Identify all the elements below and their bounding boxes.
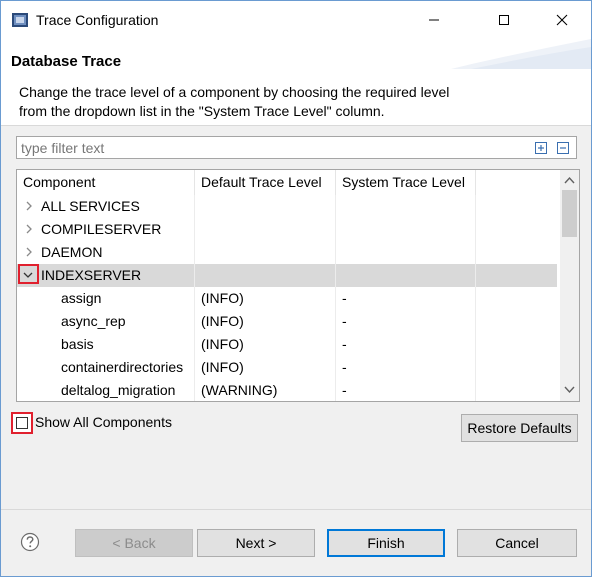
component-cell[interactable]: basis — [17, 333, 195, 356]
component-cell[interactable]: INDEXSERVER — [17, 264, 195, 287]
table-row[interactable]: COMPILESERVER — [17, 218, 557, 241]
filter-field[interactable] — [16, 136, 577, 159]
system-trace-level-cell[interactable] — [336, 195, 476, 218]
banner-decoration — [451, 39, 591, 69]
table-row[interactable]: ALL SERVICES — [17, 195, 557, 218]
table-row[interactable]: basis (INFO) - — [17, 333, 557, 356]
scrollbar-thumb[interactable] — [562, 190, 577, 237]
table-row[interactable]: async_rep (INFO) - — [17, 310, 557, 333]
collapse-all-icon[interactable] — [557, 142, 569, 154]
wizard-banner: Database Trace Change the trace level of… — [1, 39, 591, 126]
table-header: Component Default Trace Level System Tra… — [17, 170, 557, 195]
chevron-down-icon[interactable] — [23, 270, 33, 280]
system-trace-level-cell[interactable] — [336, 218, 476, 241]
chevron-right-icon[interactable] — [24, 201, 34, 211]
expander-highlight[interactable] — [18, 264, 39, 284]
scroll-down-icon[interactable] — [564, 386, 575, 394]
checkbox-box — [16, 417, 28, 429]
vertical-scrollbar[interactable] — [560, 170, 579, 401]
title-bar[interactable]: Trace Configuration — [1, 1, 591, 39]
help-icon[interactable] — [20, 532, 40, 552]
system-trace-level-cell[interactable]: - — [336, 379, 476, 401]
table-row[interactable]: DAEMON — [17, 241, 557, 264]
default-trace-level-cell — [195, 195, 336, 218]
page-title: Database Trace — [11, 53, 122, 70]
table-row[interactable]: containerdirectories (INFO) - — [17, 356, 557, 379]
scroll-up-icon[interactable] — [564, 176, 575, 184]
component-name: basis — [61, 336, 94, 352]
finish-button[interactable]: Finish — [327, 529, 445, 557]
back-button[interactable]: < Back — [75, 529, 193, 557]
column-header-default-trace-level[interactable]: Default Trace Level — [195, 170, 336, 195]
system-trace-level-cell[interactable] — [336, 264, 476, 287]
system-trace-level-cell[interactable]: - — [336, 310, 476, 333]
chevron-right-icon[interactable] — [24, 247, 34, 257]
close-icon — [556, 14, 568, 26]
column-header-component[interactable]: Component — [17, 170, 195, 195]
restore-defaults-button[interactable]: Restore Defaults — [461, 414, 578, 442]
component-name: async_rep — [61, 313, 126, 329]
show-all-components-label[interactable]: Show All Components — [35, 414, 172, 430]
component-tree-table[interactable]: Component Default Trace Level System Tra… — [16, 169, 580, 402]
maximize-icon — [499, 15, 509, 25]
component-name: deltalog_migration — [61, 382, 176, 398]
default-trace-level-cell — [195, 241, 336, 264]
minimize-icon — [429, 19, 439, 21]
default-trace-level-cell: (INFO) — [195, 310, 336, 333]
show-all-components-option[interactable]: Show All Components — [11, 412, 211, 436]
default-trace-level-cell — [195, 264, 336, 287]
component-cell[interactable]: containerdirectories — [17, 356, 195, 379]
component-name: containerdirectories — [61, 359, 184, 375]
page-description: Change the trace level of a component by… — [19, 84, 450, 119]
component-name: assign — [61, 290, 102, 306]
table-row[interactable]: INDEXSERVER — [17, 264, 557, 287]
table-row[interactable]: assign (INFO) - — [17, 287, 557, 310]
next-button[interactable]: Next > — [197, 529, 315, 557]
minimize-button[interactable] — [411, 1, 457, 39]
window-title: Trace Configuration — [36, 12, 159, 28]
app-icon — [12, 13, 28, 27]
component-cell[interactable]: assign — [17, 287, 195, 310]
component-name: COMPILESERVER — [41, 221, 162, 237]
column-header-system-trace-level[interactable]: System Trace Level — [336, 170, 476, 195]
chevron-right-icon[interactable] — [24, 224, 34, 234]
default-trace-level-cell — [195, 218, 336, 241]
component-cell[interactable]: COMPILESERVER — [17, 218, 195, 241]
table-row[interactable]: deltalog_migration (WARNING) - — [17, 379, 557, 401]
component-cell[interactable]: DAEMON — [17, 241, 195, 264]
system-trace-level-cell[interactable]: - — [336, 287, 476, 310]
component-cell[interactable]: async_rep — [17, 310, 195, 333]
component-cell[interactable]: ALL SERVICES — [17, 195, 195, 218]
component-name: DAEMON — [41, 244, 103, 260]
component-name: INDEXSERVER — [41, 267, 142, 283]
system-trace-level-cell[interactable]: - — [336, 333, 476, 356]
default-trace-level-cell: (INFO) — [195, 287, 336, 310]
default-trace-level-cell: (WARNING) — [195, 379, 336, 401]
default-trace-level-cell: (INFO) — [195, 333, 336, 356]
cancel-button[interactable]: Cancel — [457, 529, 577, 557]
component-cell[interactable]: deltalog_migration — [17, 379, 195, 401]
component-name: ALL SERVICES — [41, 198, 140, 214]
filter-input[interactable] — [21, 138, 521, 157]
table-body: ALL SERVICES COMPILESERVER DAEMON INDEXSERV… — [17, 195, 557, 401]
system-trace-level-cell[interactable]: - — [336, 356, 476, 379]
system-trace-level-cell[interactable] — [336, 241, 476, 264]
show-all-components-checkbox[interactable] — [11, 412, 33, 434]
trace-configuration-window: Trace Configuration Database Trace Chang… — [0, 0, 592, 577]
default-trace-level-cell: (INFO) — [195, 356, 336, 379]
footer-separator — [1, 509, 591, 510]
expand-all-icon[interactable] — [535, 142, 547, 154]
maximize-button[interactable] — [481, 1, 527, 39]
close-button[interactable] — [539, 1, 585, 39]
